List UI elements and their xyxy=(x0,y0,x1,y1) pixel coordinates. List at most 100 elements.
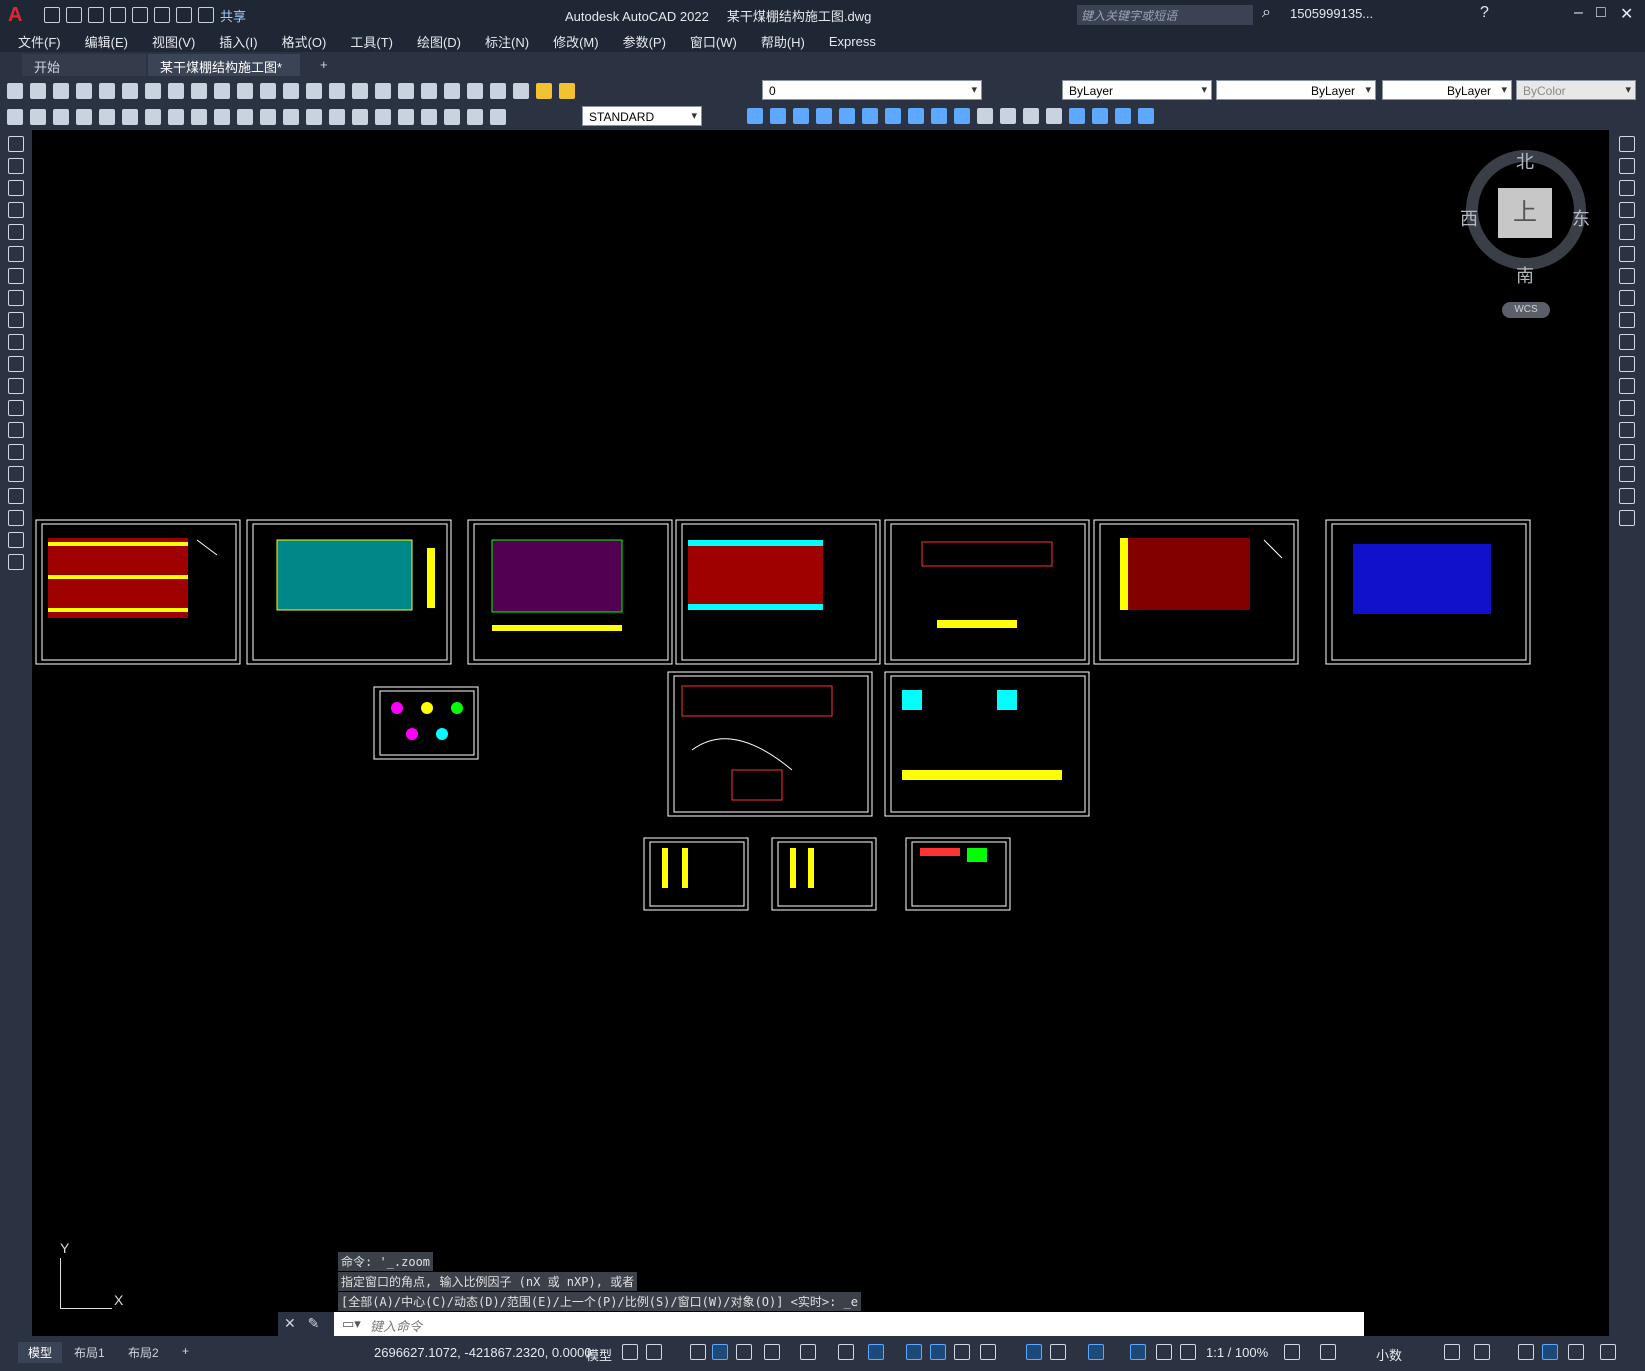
make-block-icon[interactable] xyxy=(8,400,24,416)
sheet-10[interactable] xyxy=(884,671,1090,817)
quick-dim-icon[interactable] xyxy=(260,109,276,125)
sheet-13[interactable] xyxy=(905,837,1011,911)
menu-dimension[interactable]: 标注(N) xyxy=(473,32,541,51)
inspect-icon[interactable] xyxy=(421,109,437,125)
grid-icon[interactable] xyxy=(622,1344,638,1360)
help-icon[interactable]: ? xyxy=(1480,4,1489,22)
new-icon[interactable] xyxy=(7,83,23,99)
rotate-icon[interactable] xyxy=(1619,268,1635,284)
layout-tab-1[interactable]: 布局1 xyxy=(64,1342,115,1363)
layout-tab-model[interactable]: 模型 xyxy=(18,1342,63,1363)
offset-icon[interactable] xyxy=(1619,202,1635,218)
revision-cloud-icon[interactable] xyxy=(8,290,24,306)
arc-icon[interactable] xyxy=(8,246,24,262)
copy-icon[interactable] xyxy=(168,83,184,99)
viewcube-top-face[interactable]: 上 xyxy=(1498,188,1552,238)
stretch-icon[interactable] xyxy=(1619,312,1635,328)
jogged-dim-icon[interactable] xyxy=(191,109,207,125)
gizmo-icon[interactable] xyxy=(1088,1344,1104,1360)
menu-express[interactable]: Express xyxy=(817,34,888,49)
polygon-icon[interactable] xyxy=(8,202,24,218)
save-as-icon[interactable] xyxy=(110,7,126,23)
wcs-menu[interactable]: WCS xyxy=(1502,302,1550,318)
lineweight-dropdown[interactable]: ByLayer xyxy=(1382,80,1512,100)
redo-icon[interactable] xyxy=(260,83,276,99)
maximize-button[interactable]: □ xyxy=(1596,4,1606,22)
erase-icon[interactable] xyxy=(1619,136,1635,152)
view-right-icon[interactable] xyxy=(816,108,832,124)
render-icon[interactable] xyxy=(1000,108,1016,124)
multiline-text-icon[interactable] xyxy=(8,532,24,548)
layout-tab-2[interactable]: 布局2 xyxy=(118,1342,169,1363)
view-left-icon[interactable] xyxy=(793,108,809,124)
help-icon[interactable] xyxy=(490,83,506,99)
construction-line-icon[interactable] xyxy=(8,158,24,174)
linetype-dropdown[interactable]: ByLayer xyxy=(1216,80,1376,100)
table-icon[interactable] xyxy=(8,510,24,526)
menu-window[interactable]: 窗口(W) xyxy=(678,32,749,51)
properties-icon[interactable] xyxy=(375,83,391,99)
search-icon[interactable]: ⌕ xyxy=(1262,4,1271,22)
extend-icon[interactable] xyxy=(1619,356,1635,372)
sheet-5[interactable] xyxy=(884,519,1090,665)
save-icon[interactable] xyxy=(53,83,69,99)
close-button[interactable]: ✕ xyxy=(1620,4,1633,24)
blend-curves-icon[interactable] xyxy=(1619,488,1635,504)
insert-block-icon[interactable] xyxy=(8,378,24,394)
camera-icon[interactable] xyxy=(1138,108,1154,124)
hatch-icon[interactable] xyxy=(8,444,24,460)
menu-format[interactable]: 格式(O) xyxy=(270,32,339,51)
zoom-window-icon[interactable] xyxy=(329,83,345,99)
calculator-icon[interactable] xyxy=(467,83,483,99)
compass-south[interactable]: 南 xyxy=(1516,262,1534,288)
ucs-world-icon[interactable] xyxy=(1046,108,1062,124)
menu-tools[interactable]: 工具(T) xyxy=(338,32,405,51)
view-nw-iso-icon[interactable] xyxy=(954,108,970,124)
snap-icon[interactable] xyxy=(646,1344,662,1360)
layer-iso-icon[interactable] xyxy=(53,109,69,125)
region-icon[interactable] xyxy=(8,488,24,504)
layer-previous-icon[interactable] xyxy=(7,109,23,125)
sheet-12[interactable] xyxy=(771,837,877,911)
view-back-icon[interactable] xyxy=(839,108,855,124)
search-input[interactable]: 键入关键字或短语 xyxy=(1077,5,1253,25)
angular-dim-icon[interactable] xyxy=(237,109,253,125)
rectangle-icon[interactable] xyxy=(8,224,24,240)
workspace-gear-icon[interactable] xyxy=(1284,1344,1300,1360)
menu-draw[interactable]: 绘图(D) xyxy=(405,32,473,51)
linear-dim-icon[interactable] xyxy=(76,109,92,125)
drawing-canvas[interactable] xyxy=(32,130,1609,1336)
cut-icon[interactable] xyxy=(145,83,161,99)
lock-ui-icon[interactable] xyxy=(1474,1344,1490,1360)
model-space-toggle[interactable]: 模型 xyxy=(586,1345,612,1364)
sheet-8[interactable] xyxy=(373,686,479,760)
fly-icon[interactable] xyxy=(1115,108,1131,124)
transparency-icon[interactable] xyxy=(930,1344,946,1360)
dim-break-icon[interactable] xyxy=(352,109,368,125)
object-snap-tracking-icon[interactable] xyxy=(838,1344,854,1360)
sheet-1[interactable] xyxy=(35,519,241,665)
fillet-icon[interactable] xyxy=(1619,466,1635,482)
orbit-icon[interactable] xyxy=(1069,108,1085,124)
dim-space-icon[interactable] xyxy=(329,109,345,125)
ellipse-icon[interactable] xyxy=(8,334,24,350)
open-icon[interactable] xyxy=(66,7,82,23)
baseline-dim-icon[interactable] xyxy=(283,109,299,125)
menu-modify[interactable]: 修改(M) xyxy=(541,32,611,51)
view-bottom-icon[interactable] xyxy=(862,108,878,124)
command-prompt-icon[interactable]: ▭▾ xyxy=(342,1316,361,1332)
selection-filter-icon[interactable] xyxy=(1050,1344,1066,1360)
sheet-9[interactable] xyxy=(667,671,873,817)
arc-length-icon[interactable] xyxy=(122,109,138,125)
mirror-icon[interactable] xyxy=(1619,180,1635,196)
sheet-7[interactable] xyxy=(1325,519,1531,665)
open-icon[interactable] xyxy=(30,83,46,99)
explode-icon[interactable] xyxy=(1619,510,1635,526)
undo-icon[interactable] xyxy=(176,7,192,23)
match-properties-icon[interactable] xyxy=(214,83,230,99)
sheet-6[interactable] xyxy=(1093,519,1299,665)
layer-state-icon[interactable] xyxy=(30,109,46,125)
share-button[interactable]: 共享 xyxy=(220,6,246,25)
polyline-icon[interactable] xyxy=(8,180,24,196)
graphics-performance-icon[interactable] xyxy=(1542,1344,1558,1360)
